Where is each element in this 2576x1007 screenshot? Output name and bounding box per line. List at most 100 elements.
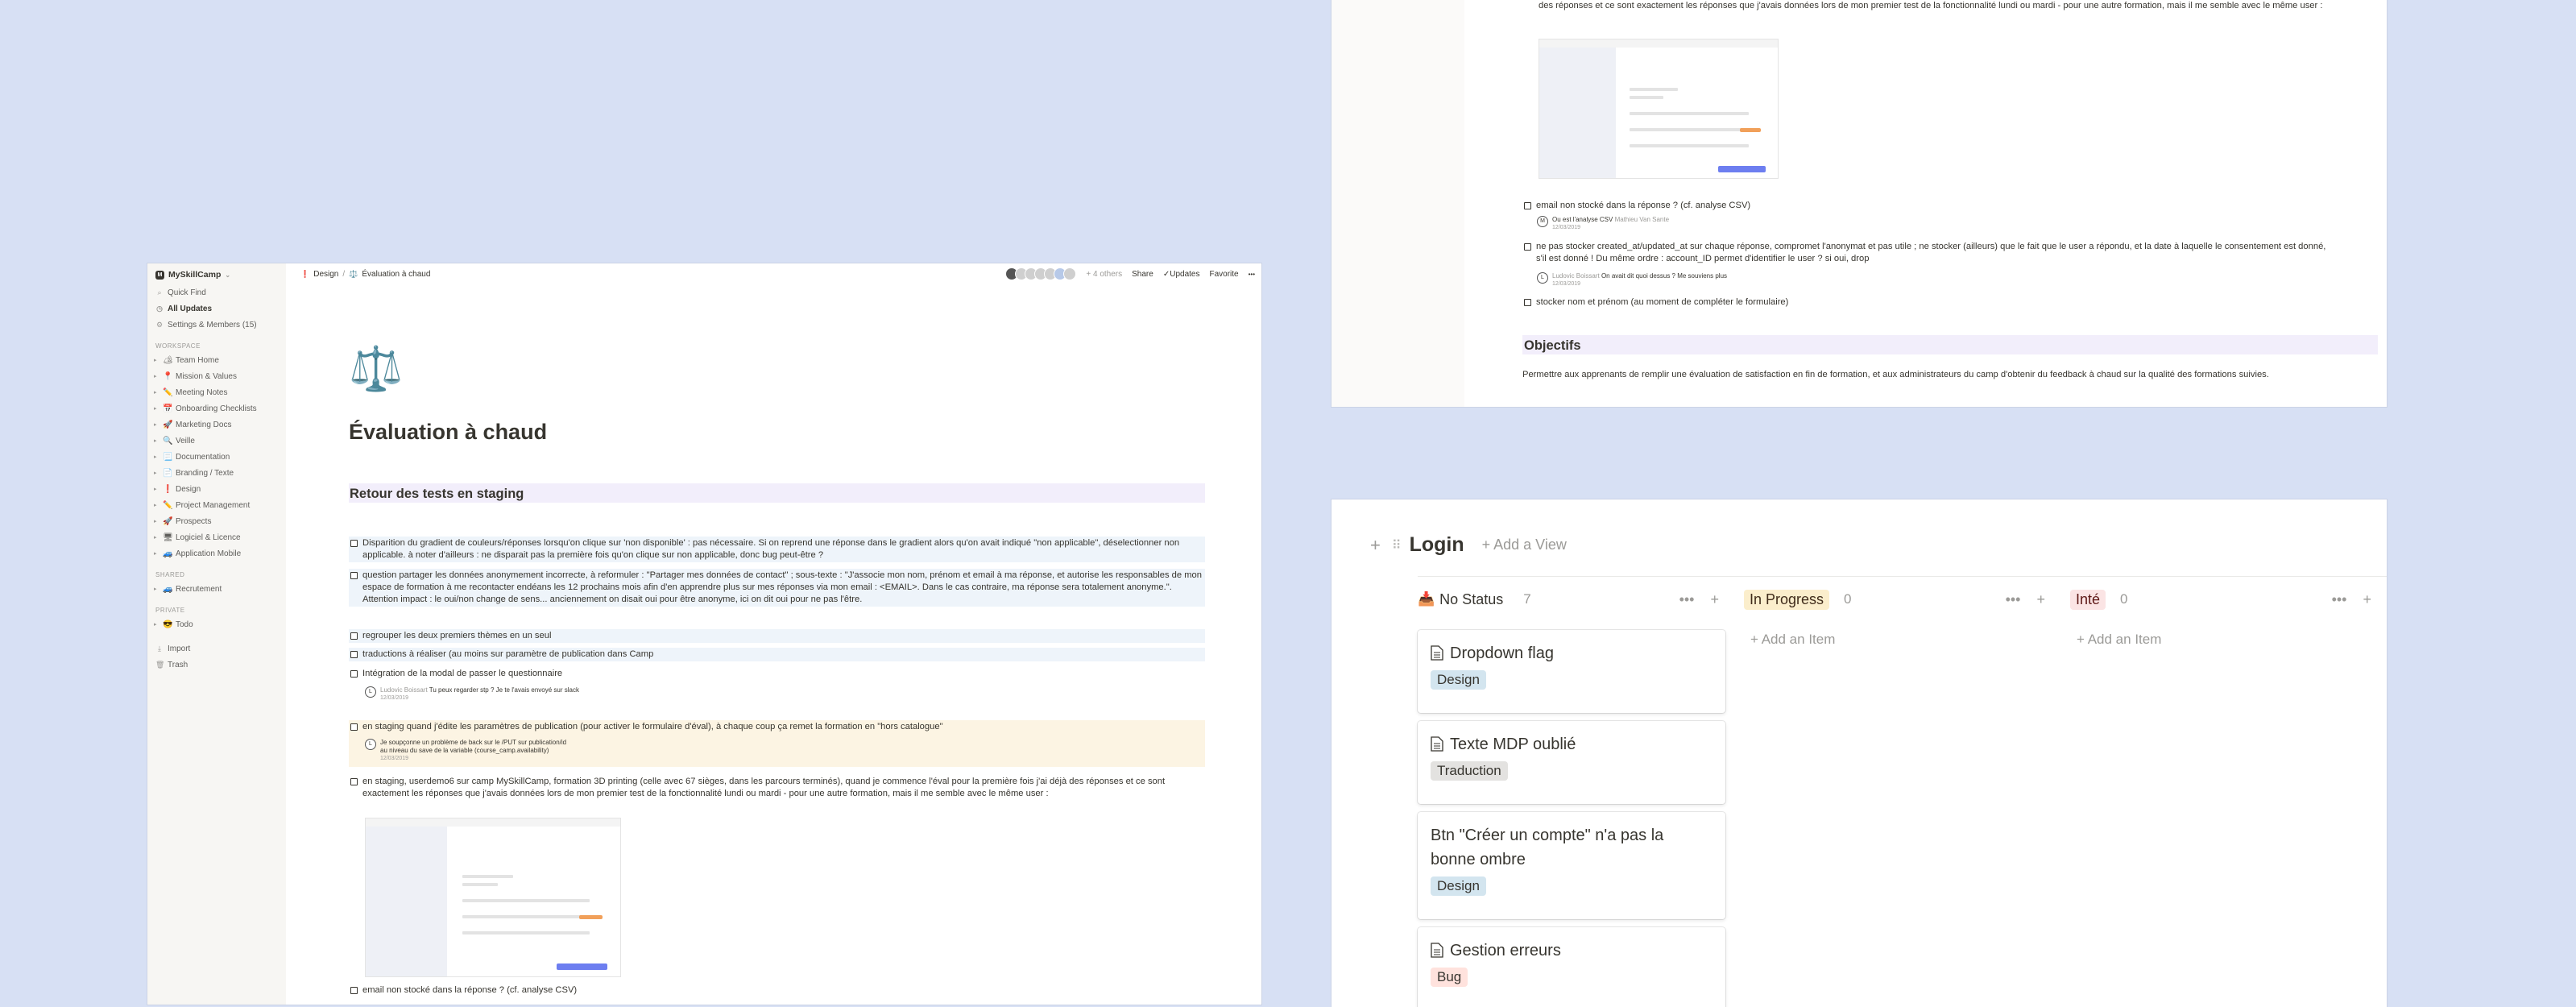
plus-icon[interactable]: +: [2036, 591, 2045, 608]
comment[interactable]: L Je soupçonne un problème de back sur l…: [365, 739, 574, 763]
sidebar-item-9[interactable]: ▸ ✏️ Project Management: [147, 497, 286, 513]
comment[interactable]: M Ou est l'analyse CSV Mathieu Van Sante…: [1537, 216, 1669, 232]
column-name[interactable]: No Status: [1439, 590, 1509, 610]
todo-checkbox[interactable]: [350, 540, 358, 547]
todo-checkbox[interactable]: [350, 987, 358, 994]
column-name[interactable]: In Progress: [1744, 589, 1830, 610]
workspace-switcher[interactable]: M MySkillCamp ⌄: [147, 263, 286, 284]
todo-item: en staging, userdemo6 sur camp MySkillCa…: [349, 775, 1205, 801]
sidebar-item-5[interactable]: ▸ 🔍 Veille: [147, 433, 286, 449]
add-item-button[interactable]: + Add an Item: [1744, 632, 2052, 648]
todo-text[interactable]: regrouper les deux premiers thèmes en un…: [362, 630, 551, 642]
todo-text[interactable]: traductions à réaliser (au moins sur par…: [362, 649, 653, 661]
todo-checkbox[interactable]: [350, 723, 358, 731]
todo-text[interactable]: email non stocké dans la réponse ? (cf. …: [362, 984, 577, 997]
settings-members[interactable]: ⚙ Settings & Members (15): [147, 317, 286, 333]
sidebar-item-label: Todo: [176, 620, 193, 629]
more-icon[interactable]: •••: [1679, 591, 1695, 608]
board-card[interactable]: Gestion erreurs Bug: [1418, 927, 1725, 1007]
expand-triangle-icon[interactable]: ▸: [154, 621, 160, 628]
todo-text[interactable]: stocker nom et prénom (au moment de comp…: [1536, 296, 1788, 309]
expand-triangle-icon[interactable]: ▸: [154, 421, 160, 428]
trash-button[interactable]: 🗑 Trash: [147, 657, 286, 673]
comment[interactable]: L Ludovic Boissart On avait dit quoi des…: [1537, 272, 1727, 288]
todo-checkbox[interactable]: [350, 670, 358, 678]
sidebar-item-11[interactable]: ▸ 🖥 Logiciel & Licence: [147, 529, 286, 545]
sidebar-item-8[interactable]: ▸ ❗ Design: [147, 481, 286, 497]
sidebar-item-12[interactable]: ▸ 🚙 Application Mobile: [147, 545, 286, 562]
avatar: L: [365, 739, 376, 750]
todo-text[interactable]: Intégration de la modal de passer le que…: [362, 668, 562, 680]
sidebar-item-10[interactable]: ▸ 🚀 Prospects: [147, 513, 286, 529]
more-icon[interactable]: •••: [2006, 591, 2021, 608]
expand-triangle-icon[interactable]: ▸: [154, 502, 160, 508]
todo-checkbox[interactable]: [350, 651, 358, 658]
expand-triangle-icon[interactable]: ▸: [154, 389, 160, 396]
todo-text[interactable]: en staging, userdemo6 sur camp MySkillCa…: [362, 776, 1202, 800]
screenshot-image[interactable]: [365, 818, 621, 977]
expand-triangle-icon[interactable]: ▸: [154, 454, 160, 460]
todo-checkbox[interactable]: [350, 778, 358, 785]
board-card[interactable]: Dropdown flag Design: [1418, 630, 1725, 713]
plus-icon[interactable]: +: [1370, 535, 1381, 556]
page-icon[interactable]: ⚖️: [349, 347, 403, 391]
add-view-button[interactable]: + Add a View: [1482, 537, 1567, 553]
screenshot-image[interactable]: [1539, 39, 1779, 179]
card-title-text: Btn "Créer un compte" n'a pas la bonne o…: [1431, 827, 1664, 868]
sidebar-item-6[interactable]: ▸ 📃 Documentation: [147, 449, 286, 465]
sidebar-item-1[interactable]: ▸ 📍 Mission & Values: [147, 368, 286, 384]
todo-text[interactable]: email non stocké dans la réponse ? (cf. …: [1536, 200, 1750, 212]
board-title[interactable]: Login: [1410, 533, 1464, 557]
board-card[interactable]: Texte MDP oublié Traduction: [1418, 721, 1725, 804]
more-icon[interactable]: •••: [2332, 591, 2347, 608]
updates-button[interactable]: ✓Updates: [1163, 270, 1200, 279]
collaborator-avatars[interactable]: [1005, 267, 1077, 280]
expand-triangle-icon[interactable]: ▸: [154, 357, 160, 363]
expand-triangle-icon[interactable]: ▸: [154, 437, 160, 444]
expand-triangle-icon[interactable]: ▸: [154, 534, 160, 541]
favorite-button[interactable]: Favorite: [1209, 270, 1238, 279]
breadcrumb-current[interactable]: Évaluation à chaud: [362, 270, 430, 279]
column-name[interactable]: Inté: [2070, 589, 2106, 610]
todo-text[interactable]: Disparition du gradient de couleurs/répo…: [362, 537, 1202, 562]
add-item-button[interactable]: + Add an Item: [2070, 632, 2378, 648]
comment-line: Ludovic Boissart Tu peux regarder stp ? …: [380, 686, 579, 694]
expand-triangle-icon[interactable]: ▸: [154, 518, 160, 524]
todo-checkbox[interactable]: [350, 632, 358, 640]
share-button[interactable]: Share: [1132, 270, 1153, 279]
expand-triangle-icon[interactable]: ▸: [154, 486, 160, 492]
todo-checkbox[interactable]: [1524, 299, 1531, 306]
comment[interactable]: L Ludovic Boissart Tu peux regarder stp …: [365, 686, 579, 702]
sidebar-item-3[interactable]: ▸ 📅 Onboarding Checklists: [147, 400, 286, 416]
todo-text[interactable]: question partager les données anonymemen…: [362, 570, 1202, 606]
plus-icon[interactable]: +: [1710, 591, 1719, 608]
expand-triangle-icon[interactable]: ▸: [154, 405, 160, 412]
todo-item: stocker nom et prénom (au moment de comp…: [1524, 296, 1788, 309]
shared-item-0[interactable]: ▸ 🚙 Recrutement: [147, 581, 286, 597]
sidebar-item-7[interactable]: ▸ 📄 Branding / Texte: [147, 465, 286, 481]
private-item-0[interactable]: ▸ 😎 Todo: [147, 616, 286, 632]
others-count[interactable]: + 4 others: [1086, 270, 1122, 279]
plus-icon[interactable]: +: [2363, 591, 2371, 608]
todo-checkbox[interactable]: [1524, 243, 1531, 251]
board-card[interactable]: Btn "Créer un compte" n'a pas la bonne o…: [1418, 812, 1725, 919]
quick-find[interactable]: ⌕ Quick Find: [147, 284, 286, 300]
all-updates[interactable]: ◷ All Updates: [147, 300, 286, 317]
drag-handle-icon[interactable]: ⠿: [1392, 537, 1402, 553]
import-button[interactable]: ⤓ Import: [147, 640, 286, 657]
sidebar-item-4[interactable]: ▸ 🚀 Marketing Docs: [147, 416, 286, 433]
workspace-name: MySkillCamp: [168, 270, 222, 280]
page-title[interactable]: Évaluation à chaud: [349, 420, 547, 445]
sidebar-item-0[interactable]: ▸ 🏕 Team Home: [147, 352, 286, 368]
expand-triangle-icon[interactable]: ▸: [154, 470, 160, 476]
todo-text[interactable]: ne pas stocker created_at/updated_at sur…: [1536, 241, 2330, 265]
expand-triangle-icon[interactable]: ▸: [154, 586, 160, 592]
todo-checkbox[interactable]: [1524, 202, 1531, 209]
sidebar-item-2[interactable]: ▸ ✏️ Meeting Notes: [147, 384, 286, 400]
expand-triangle-icon[interactable]: ▸: [154, 373, 160, 379]
expand-triangle-icon[interactable]: ▸: [154, 550, 160, 557]
sidebar-item-label: Marketing Docs: [176, 420, 232, 429]
breadcrumb-design[interactable]: Design: [313, 270, 338, 279]
more-options-button[interactable]: •••: [1249, 271, 1255, 278]
todo-checkbox[interactable]: [350, 572, 358, 579]
